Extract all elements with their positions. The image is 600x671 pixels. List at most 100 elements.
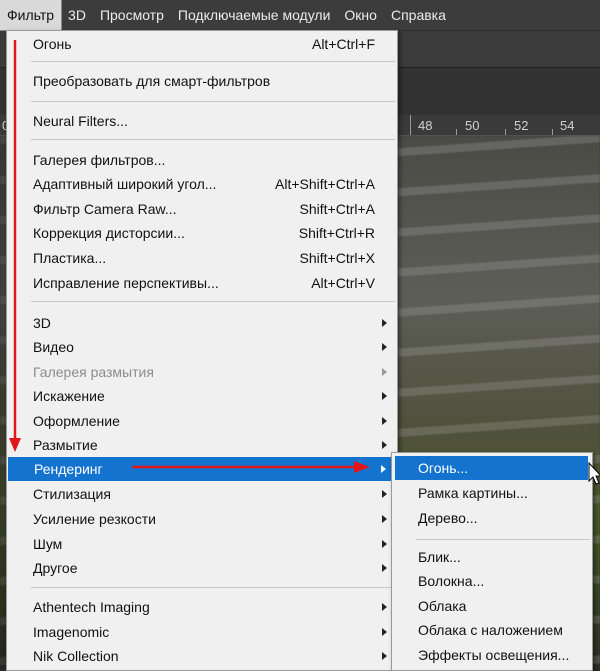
menu-item-render[interactable]: Рендеринг	[8, 457, 396, 481]
ruler-tick: 48	[418, 118, 433, 133]
menu-item-blur[interactable]: Размытие	[7, 433, 397, 457]
menu-item-label: Neural Filters...	[33, 113, 128, 129]
menu-item-label: Огонь...	[418, 460, 469, 476]
menu-filter[interactable]: Фильтр	[0, 0, 63, 31]
submenu-arrow-icon	[382, 392, 387, 400]
submenu-arrow-icon	[382, 343, 387, 351]
submenu-item-lighting-effects[interactable]: Эффекты освещения...	[392, 643, 592, 667]
menu-item-label: Стилизация	[33, 486, 111, 502]
menu-item-label: Другое	[33, 560, 78, 576]
menu-item-label: Преобразовать для смарт-фильтров	[33, 73, 271, 89]
menu-item-noise[interactable]: Шум	[7, 532, 397, 556]
menu-item-shortcut: Alt+Ctrl+F	[311, 36, 375, 52]
menu-item-label: Волокна...	[418, 573, 485, 589]
menu-item-label: Размытие	[33, 437, 98, 453]
menu-item-distort[interactable]: Искажение	[7, 384, 397, 408]
filter-menu: Огонь Alt+Ctrl+F Преобразовать для смарт…	[6, 30, 398, 671]
menu-item-pixelate[interactable]: Оформление	[7, 409, 397, 433]
menu-item-label: Imagenomic	[33, 624, 110, 640]
submenu-arrow-icon	[382, 564, 387, 572]
render-submenu: Огонь... Рамка картины... Дерево... Блик…	[391, 452, 593, 671]
menu-item-athentech-imaging[interactable]: Athentech Imaging	[7, 595, 397, 619]
menu-item-video[interactable]: Видео	[7, 335, 397, 359]
menu-item-stylize[interactable]: Стилизация	[7, 482, 397, 506]
submenu-item-flame[interactable]: Огонь...	[395, 456, 588, 480]
menu-item-label: Фильтр Camera Raw...	[33, 201, 177, 217]
submenu-item-tree[interactable]: Дерево...	[392, 506, 592, 530]
menu-item-label: Шум	[33, 536, 63, 552]
submenu-item-fibers[interactable]: Волокна...	[392, 569, 592, 593]
submenu-arrow-icon	[382, 652, 387, 660]
menu-item-shortcut: Alt+Ctrl+V	[311, 275, 375, 291]
menu-item-neural-filters[interactable]: Neural Filters...	[7, 109, 397, 133]
menu-item-label: Облака с наложением	[418, 622, 563, 638]
menu-separator	[31, 61, 395, 62]
ruler-tick: 52	[514, 118, 529, 133]
menubar: Фильтр 3D Просмотр Подключаемые модули О…	[0, 0, 600, 31]
submenu-arrow-icon	[382, 628, 387, 636]
submenu-arrow-icon	[382, 417, 387, 425]
submenu-arrow-icon	[382, 603, 387, 611]
menu-view[interactable]: Просмотр	[93, 0, 171, 30]
menu-item-label: Nik Collection	[33, 648, 119, 664]
menu-item-label: Исправление перспективы...	[33, 275, 219, 291]
menu-separator	[31, 139, 395, 140]
menu-separator	[31, 587, 395, 588]
menu-item-lens-correction[interactable]: Коррекция дисторсии... Shift+Ctrl+R	[7, 221, 397, 245]
menu-item-filter-gallery[interactable]: Галерея фильтров...	[7, 148, 397, 172]
menu-item-label: Огонь	[33, 36, 72, 52]
submenu-item-lens-flare[interactable]: Блик...	[392, 545, 592, 569]
submenu-item-picture-frame[interactable]: Рамка картины...	[392, 481, 592, 505]
menu-separator	[416, 539, 590, 540]
menu-window[interactable]: Окно	[337, 0, 384, 30]
menu-item-other[interactable]: Другое	[7, 556, 397, 580]
menu-item-shortcut: Alt+Shift+Ctrl+A	[275, 176, 375, 192]
menu-item-adaptive-wide-angle[interactable]: Адаптивный широкий угол... Alt+Shift+Ctr…	[7, 172, 397, 196]
submenu-arrow-icon	[382, 540, 387, 548]
menu-item-sharpen[interactable]: Усиление резкости	[7, 507, 397, 531]
menu-3d[interactable]: 3D	[61, 0, 93, 30]
menu-item-label: Пластика...	[33, 250, 107, 266]
menu-item-label: Блик...	[418, 549, 461, 565]
submenu-arrow-icon	[382, 441, 387, 449]
menu-item-shortcut: Shift+Ctrl+X	[299, 250, 375, 266]
ruler-tick: 54	[560, 118, 575, 133]
menu-item-label: Адаптивный широкий угол...	[33, 176, 217, 192]
ruler-tick: 50	[465, 118, 480, 133]
menu-item-camera-raw[interactable]: Фильтр Camera Raw... Shift+Ctrl+A	[7, 197, 397, 221]
menu-item-label: Усиление резкости	[33, 511, 156, 527]
submenu-arrow-icon	[382, 490, 387, 498]
menu-item-nik-collection[interactable]: Nik Collection	[7, 644, 397, 668]
menu-separator	[31, 301, 395, 302]
submenu-arrow-icon	[382, 319, 387, 327]
menu-item-label: Искажение	[33, 388, 105, 404]
menu-item-label: Эффекты освещения...	[418, 647, 570, 663]
submenu-arrow-icon	[382, 368, 387, 376]
submenu-arrow-icon	[382, 515, 387, 523]
menu-item-last-filter[interactable]: Огонь Alt+Ctrl+F	[7, 32, 397, 56]
menu-item-label: Видео	[33, 339, 74, 355]
menu-item-label: Галерея фильтров...	[33, 152, 166, 168]
menu-item-blur-gallery: Галерея размытия	[7, 360, 397, 384]
menu-item-label: Галерея размытия	[33, 364, 154, 380]
menu-item-label: Облака	[418, 598, 467, 614]
menu-help[interactable]: Справка	[384, 0, 453, 30]
menu-item-label: Рамка картины...	[418, 485, 528, 501]
menu-item-label: Дерево...	[418, 510, 478, 526]
menu-item-convert-smart-filters[interactable]: Преобразовать для смарт-фильтров	[7, 69, 397, 93]
menu-item-label: 3D	[33, 315, 51, 331]
menu-item-label: Рендеринг	[34, 461, 103, 477]
menu-plugins[interactable]: Подключаемые модули	[171, 0, 338, 30]
menu-item-shortcut: Shift+Ctrl+R	[298, 225, 375, 241]
menu-item-label: Оформление	[33, 413, 120, 429]
submenu-arrow-icon	[381, 465, 386, 473]
menu-item-3d[interactable]: 3D	[7, 311, 397, 335]
menu-item-liquify[interactable]: Пластика... Shift+Ctrl+X	[7, 246, 397, 270]
menu-item-label: Коррекция дисторсии...	[33, 225, 185, 241]
menu-item-vanishing-point[interactable]: Исправление перспективы... Alt+Ctrl+V	[7, 271, 397, 295]
menu-item-imagenomic[interactable]: Imagenomic	[7, 620, 397, 644]
menu-separator	[31, 101, 395, 102]
submenu-item-difference-clouds[interactable]: Облака с наложением	[392, 618, 592, 642]
menu-item-shortcut: Shift+Ctrl+A	[299, 201, 375, 217]
submenu-item-clouds[interactable]: Облака	[392, 594, 592, 618]
